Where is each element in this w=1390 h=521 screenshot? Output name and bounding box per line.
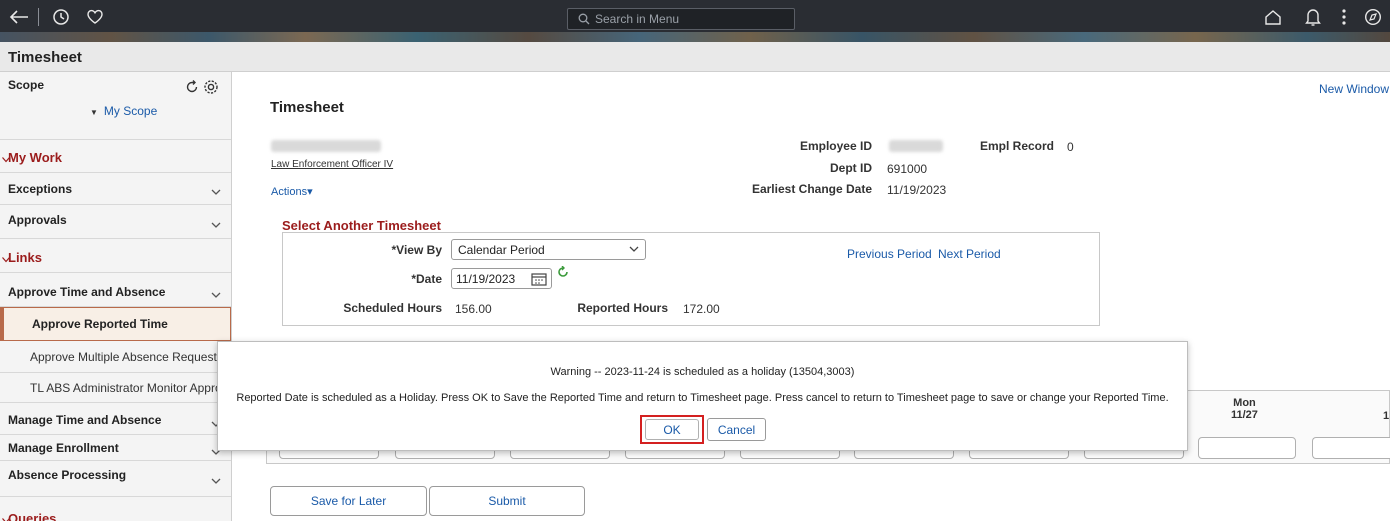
sidebar-section-queries[interactable]: Queries [0,497,231,521]
sidebar-section-label: Links [8,250,42,265]
reported-hours-value: 172.00 [683,302,720,316]
gear-icon[interactable] [203,79,219,100]
redacted-employee-name [271,140,381,152]
history-icon[interactable] [48,4,74,30]
sidebar-item-manage-enrollment[interactable]: Manage Enrollment [0,435,231,461]
sidebar-section-label: Queries [8,511,57,521]
reported-hours-label: Reported Hours [577,301,668,315]
sidebar-item-label: Approve Reported Time [32,317,168,331]
scope-label: Scope [8,78,45,92]
previous-period-link[interactable]: Previous Period [847,247,932,261]
date-value: 11/19/2023 [456,272,516,286]
save-for-later-button[interactable]: Save for Later [270,486,427,516]
banner-decoration [0,32,1390,42]
warning-message: Reported Date is scheduled as a Holiday.… [236,392,1169,404]
navbar-compass-icon[interactable] [1360,4,1386,30]
sidebar-item-approve-reported-time[interactable]: Approve Reported Time [0,307,231,341]
empl-record-label: Empl Record [979,139,1054,153]
chevron-down-icon [629,246,639,252]
sidebar-section-my-work[interactable]: My Work [0,139,231,173]
favorites-heart-icon[interactable] [82,4,108,30]
sidebar-item-label: Approvals [8,213,67,227]
day-name: Mon [1233,397,1256,409]
hours-input[interactable] [1198,437,1296,459]
dept-id-value: 691000 [887,162,928,176]
sidebar-item-approve-time-and-absence[interactable]: Approve Time and Absence [0,273,231,307]
sidebar-item-label: Manage Enrollment [8,441,119,455]
chevron-down-icon [211,292,221,298]
triangle-down-icon: ▼ [90,108,98,117]
sidebar-item-label: Manage Time and Absence [8,413,162,427]
scheduled-hours-value: 156.00 [455,302,492,316]
earliest-change-date-label: Earliest Change Date [751,182,872,196]
chevron-down-icon [211,189,221,195]
scheduled-hours-label: Scheduled Hours [343,301,442,315]
my-scope-label: My Scope [103,104,158,118]
back-arrow-icon[interactable] [6,4,32,30]
warning-title: Warning -- 2023-11-24 is scheduled as a … [550,366,855,378]
earliest-change-date-value: 11/19/2023 [887,183,947,197]
chevron-down-icon [211,478,221,484]
page-title-bar: Timesheet [0,42,1390,72]
refresh-icon[interactable] [185,80,199,99]
search-icon [578,13,590,25]
sidebar-item-label: Approve Time and Absence [8,285,166,299]
submit-label: Submit [488,494,526,508]
submit-button[interactable]: Submit [429,486,585,516]
select-another-timesheet-heading: Select Another Timesheet [282,218,441,233]
save-for-later-label: Save for Later [310,494,387,508]
sidebar-item-approvals[interactable]: Approvals [0,205,231,239]
sidebar-section-label: My Work [8,150,62,165]
page-title: Timesheet [8,49,82,66]
view-by-label: *View By [391,243,442,257]
next-period-link[interactable]: Next Period [938,247,1001,261]
search-input[interactable]: Search in Menu [567,8,795,30]
view-by-select[interactable]: Calendar Period [451,239,646,260]
hours-input[interactable] [1312,437,1390,459]
ok-label: OK [663,422,681,437]
warning-dialog: Warning -- 2023-11-24 is scheduled as a … [217,341,1188,451]
chevron-down-icon [211,222,221,228]
notifications-bell-icon[interactable] [1300,4,1326,30]
timesheet-heading: Timesheet [270,99,344,116]
search-placeholder: Search in Menu [595,12,680,26]
sidebar-item-tl-abs-administrator-monitor[interactable]: TL ABS Administrator Monitor Approv [0,373,231,403]
refresh-date-icon[interactable] [557,265,569,283]
day-date: 11/27 [1231,409,1258,421]
day-column-header-partial: 1 [1383,410,1390,422]
job-title: Law Enforcement Officer IV [271,159,394,170]
sidebar-item-manage-time-and-absence[interactable]: Manage Time and Absence [0,403,231,435]
sidebar-item-label: Approve Multiple Absence Requests [30,350,223,364]
sidebar-item-label: Absence Processing [8,468,127,482]
calendar-icon[interactable] [531,272,547,286]
actions-label: Actions [271,186,308,198]
sidebar-item-absence-processing[interactable]: Absence Processing [0,461,231,497]
cancel-label: Cancel [717,422,756,437]
date-input[interactable]: 11/19/2023 [451,268,552,289]
sidebar-item-approve-multiple-absence-requests[interactable]: Approve Multiple Absence Requests [0,341,231,373]
sidebar: Scope ▼ My Scope My Work Exceptions Appro… [0,72,232,521]
sidebar-section-links[interactable]: Links [0,239,231,273]
redacted-employee-id [889,140,943,152]
top-navigation-bar: Search in Menu [0,0,1390,42]
sidebar-item-label: TL ABS Administrator Monitor Approv [30,381,228,395]
view-by-value: Calendar Period [458,243,545,257]
divider [38,8,39,26]
my-scope-link[interactable]: ▼ My Scope [90,104,157,118]
dept-id-label: Dept ID [830,161,872,175]
new-window-link[interactable]: New Window [1319,82,1389,96]
empl-record-value: 0 [1067,140,1074,154]
actions-menu[interactable]: Actions▾ [271,185,313,198]
day-column-header: Mon 11/27 [1231,397,1258,421]
actions-menu-icon[interactable] [1334,4,1354,30]
sidebar-item-exceptions[interactable]: Exceptions [0,173,231,205]
date-label: *Date [411,272,442,286]
home-icon[interactable] [1260,4,1286,30]
sidebar-item-label: Exceptions [8,182,73,196]
cancel-button[interactable]: Cancel [707,418,766,441]
ok-button-face: OK [645,419,699,440]
employee-id-label: Employee ID [799,139,872,153]
ok-button[interactable]: OK [640,415,704,444]
